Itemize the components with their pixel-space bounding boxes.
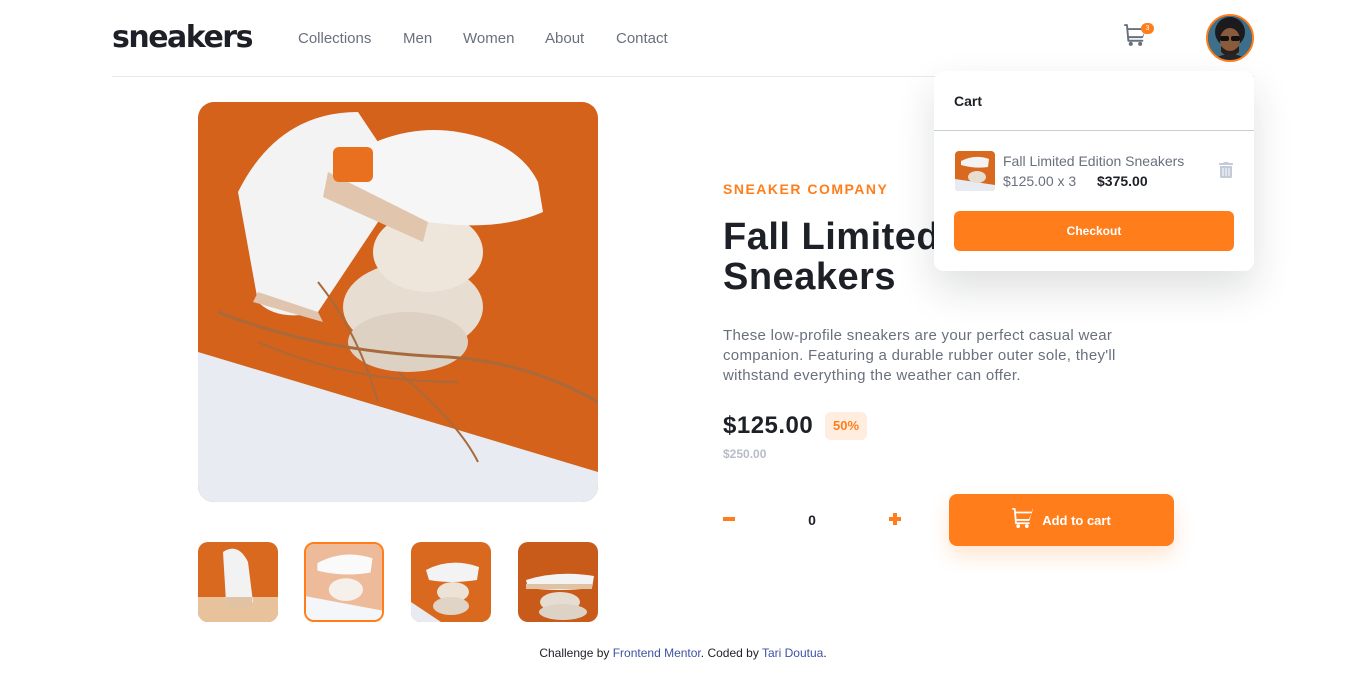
company-name: SNEAKER COMPANY <box>723 181 889 197</box>
thumbnail-2[interactable] <box>304 542 384 622</box>
checkout-button[interactable]: Checkout <box>954 211 1234 251</box>
product-main-image[interactable] <box>198 102 598 502</box>
thumbnail-4[interactable] <box>518 542 598 622</box>
avatar[interactable] <box>1206 14 1254 62</box>
attribution-suffix: . <box>823 646 827 660</box>
nav-collections[interactable]: Collections <box>298 30 371 47</box>
cart-divider <box>934 130 1254 131</box>
nav-men[interactable]: Men <box>403 30 432 47</box>
cart-item-name: Fall Limited Edition Sneakers <box>1003 153 1185 169</box>
attribution-middle: . Coded by <box>700 646 762 660</box>
current-price: $125.00 <box>723 412 814 439</box>
cart-item-thumbnail <box>955 151 995 191</box>
trash-icon[interactable] <box>1219 162 1235 180</box>
original-price: $250.00 <box>723 447 767 461</box>
add-to-cart-button[interactable]: Add to cart <box>949 494 1174 546</box>
nav-contact[interactable]: Contact <box>616 30 668 47</box>
main-nav: Collections Men Women About Contact <box>298 30 698 47</box>
attribution: Challenge by Frontend Mentor. Coded by T… <box>0 646 1366 660</box>
nav-women[interactable]: Women <box>463 30 514 47</box>
nav-about[interactable]: About <box>545 30 584 47</box>
cart-icon <box>1012 507 1034 533</box>
attribution-prefix: Challenge by <box>539 646 613 660</box>
site-header: sneakers Collections Men Women About Con… <box>112 0 1254 77</box>
thumbnail-1[interactable] <box>198 542 278 622</box>
quantity-value: 0 <box>808 512 816 528</box>
cart-item-calc: $125.00 x 3 <box>1003 173 1077 189</box>
minus-icon[interactable] <box>718 508 740 530</box>
product-description: These low-profile sneakers are your perf… <box>723 327 1116 384</box>
author-link[interactable]: Tari Doutua <box>762 646 823 660</box>
cart-count-badge: 3 <box>1141 23 1154 34</box>
logo[interactable]: sneakers <box>112 22 253 54</box>
discount-badge: 50% <box>825 412 867 440</box>
add-to-cart-label: Add to cart <box>1042 512 1111 528</box>
frontend-mentor-link[interactable]: Frontend Mentor <box>613 646 701 660</box>
plus-icon[interactable] <box>884 508 906 530</box>
cart-item-total: $375.00 <box>1097 173 1148 189</box>
cart-title: Cart <box>954 93 983 109</box>
thumbnail-3[interactable] <box>411 542 491 622</box>
cart-dropdown: Cart Fall Limited Edition Sneakers $125.… <box>934 71 1254 271</box>
